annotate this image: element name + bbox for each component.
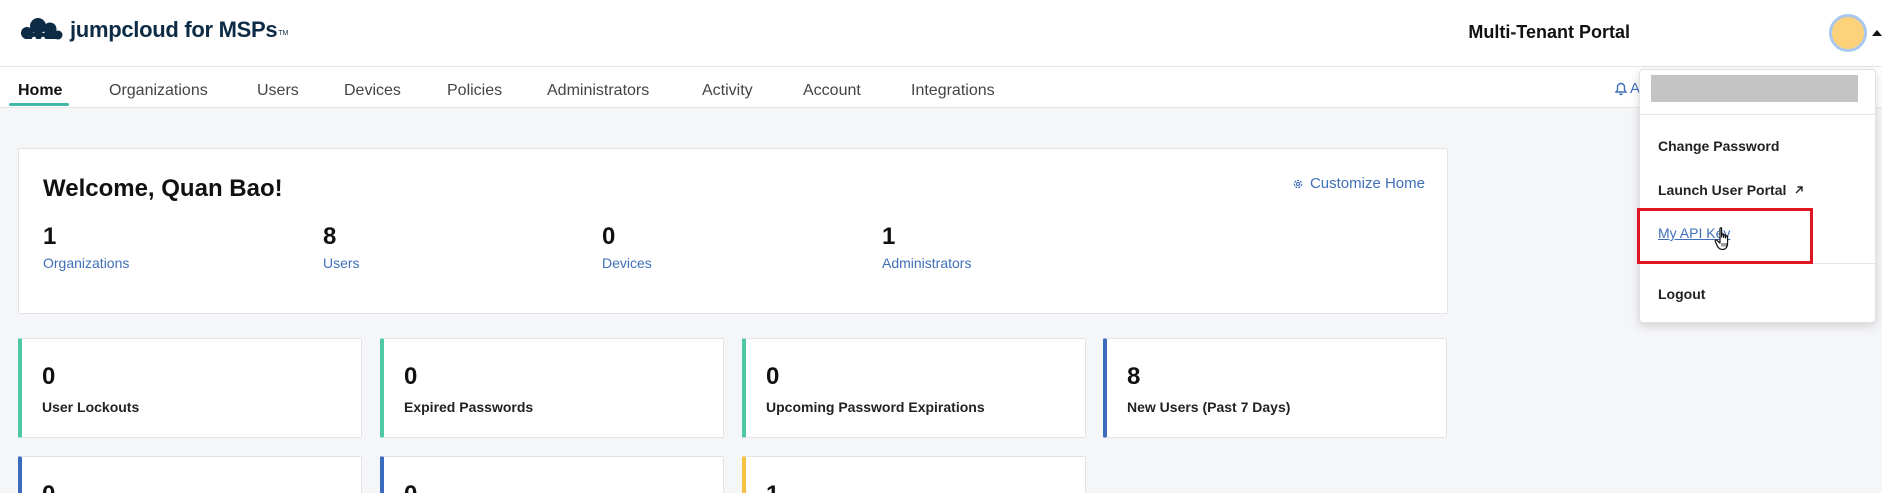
hand-cursor-icon xyxy=(1714,227,1729,251)
metric-label: Expired Passwords xyxy=(404,399,534,415)
nav-activity[interactable]: Activity xyxy=(702,82,753,100)
metric-card-row2[interactable]: 1 xyxy=(742,456,1086,493)
nav-integrations[interactable]: Integrations xyxy=(911,82,995,100)
welcome-title: Welcome, Quan Bao! xyxy=(43,175,283,202)
metric-user-lockouts[interactable]: 0 User Lockouts xyxy=(18,338,362,438)
alerts-link[interactable]: A xyxy=(1614,80,1640,97)
stat-users: 8 Users xyxy=(323,223,360,271)
metric-card-row2[interactable]: 0 xyxy=(380,456,724,493)
metric-label: User Lockouts xyxy=(42,399,140,415)
stat-link-devices[interactable]: Devices xyxy=(602,255,652,271)
logo-trademark: TM xyxy=(278,30,289,37)
jumpcloud-cloud-icon xyxy=(21,18,63,42)
logout-label: Logout xyxy=(1658,286,1706,302)
stat-link-users[interactable]: Users xyxy=(323,255,360,271)
user-menu-dropdown: Change Password Launch User Portal My AP… xyxy=(1639,69,1876,323)
stat-value: 8 xyxy=(323,223,337,250)
stat-link-administrators[interactable]: Administrators xyxy=(882,255,971,271)
nav-active-indicator xyxy=(9,103,69,106)
launch-user-portal-item[interactable]: Launch User Portal xyxy=(1658,182,1804,198)
metric-value: 1 xyxy=(766,481,779,493)
customize-home-label: Customize Home xyxy=(1309,175,1425,192)
nav-devices[interactable]: Devices xyxy=(344,82,401,100)
welcome-card: Welcome, Quan Bao! Customize Home 1 Orga… xyxy=(18,148,1448,314)
metric-upcoming-password-expirations[interactable]: 0 Upcoming Password Expirations xyxy=(742,338,1086,438)
stat-devices: 0 Devices xyxy=(602,223,652,271)
metric-value: 0 xyxy=(766,363,780,390)
stat-value: 1 xyxy=(43,223,57,250)
user-name-redacted xyxy=(1651,75,1858,102)
logo-text: jumpcloud for MSPs xyxy=(70,17,278,42)
nav-organizations[interactable]: Organizations xyxy=(109,82,208,100)
external-link-icon xyxy=(1795,186,1804,194)
metric-label: Upcoming Password Expirations xyxy=(766,399,985,415)
metric-label: New Users (Past 7 Days) xyxy=(1127,399,1291,415)
logo[interactable]: jumpcloud for MSPs TM xyxy=(18,17,288,43)
nav-policies[interactable]: Policies xyxy=(447,82,502,100)
stat-value: 1 xyxy=(882,223,896,250)
change-password-label: Change Password xyxy=(1658,138,1780,154)
stat-link-organizations[interactable]: Organizations xyxy=(43,255,129,271)
stat-value: 0 xyxy=(602,223,616,250)
stat-administrators: 1 Administrators xyxy=(882,223,971,271)
caret-up-icon[interactable] xyxy=(1872,30,1882,36)
nav-account[interactable]: Account xyxy=(803,82,861,100)
metric-new-users[interactable]: 8 New Users (Past 7 Days) xyxy=(1103,338,1447,438)
stat-organizations: 1 Organizations xyxy=(43,223,129,271)
metric-value: 0 xyxy=(404,363,418,390)
metric-value: 0 xyxy=(42,363,56,390)
change-password-item[interactable]: Change Password xyxy=(1658,138,1779,154)
menu-divider xyxy=(1640,114,1875,115)
nav-administrators[interactable]: Administrators xyxy=(547,82,649,100)
metric-value: 0 xyxy=(404,481,417,493)
gear-icon xyxy=(1293,179,1303,188)
nav-users[interactable]: Users xyxy=(257,82,299,100)
metric-value: 0 xyxy=(42,481,55,493)
avatar[interactable] xyxy=(1829,14,1867,52)
nav-home[interactable]: Home xyxy=(18,82,62,100)
portal-title: Multi-Tenant Portal xyxy=(1468,22,1630,42)
logout-item[interactable]: Logout xyxy=(1658,286,1705,302)
metric-value: 8 xyxy=(1127,363,1141,390)
bell-icon xyxy=(1614,82,1628,95)
customize-home-link[interactable]: Customize Home xyxy=(1292,175,1425,192)
metric-card-row2[interactable]: 0 xyxy=(18,456,362,493)
metric-expired-passwords[interactable]: 0 Expired Passwords xyxy=(380,338,724,438)
launch-user-portal-label: Launch User Portal xyxy=(1658,182,1787,198)
main-nav: Home Organizations Users Devices Policie… xyxy=(0,67,1882,108)
top-bar: jumpcloud for MSPs TM Multi-Tenant Porta… xyxy=(0,0,1882,67)
